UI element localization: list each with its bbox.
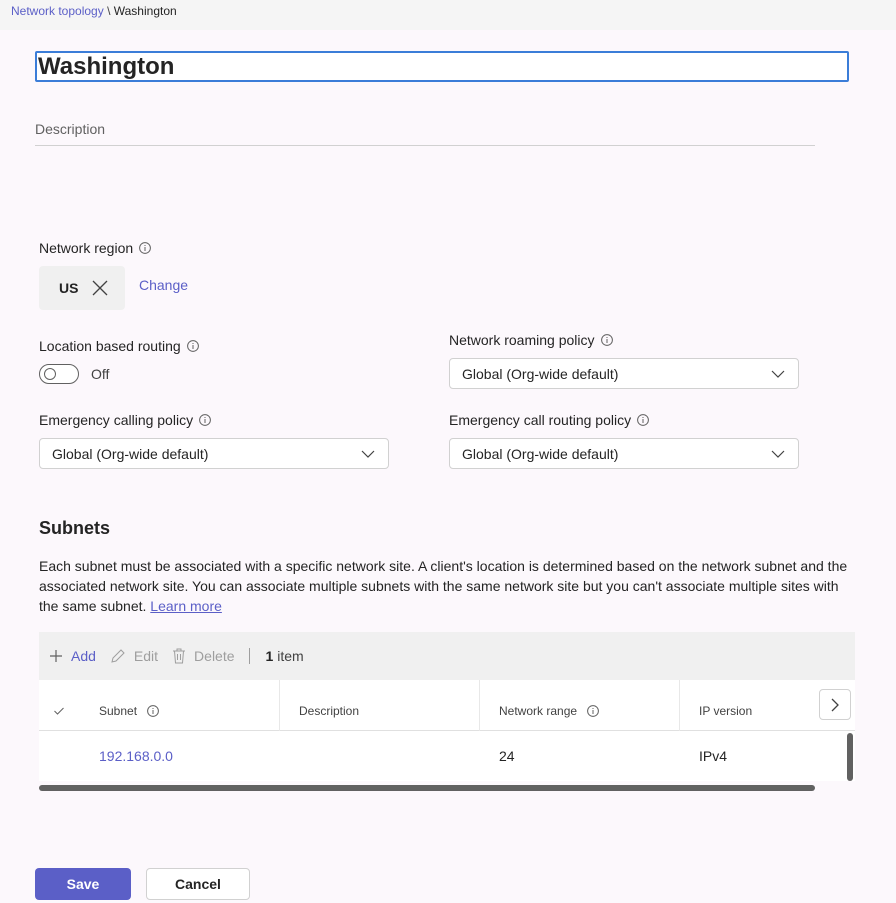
info-icon[interactable] (186, 340, 199, 352)
network-region-chip: US (39, 266, 125, 310)
horizontal-scrollbar[interactable] (39, 785, 815, 791)
table-row[interactable]: 192.168.0.0 24 IPv4 (39, 731, 855, 781)
select-all-checkmark-icon[interactable] (53, 680, 65, 731)
column-divider (479, 680, 480, 731)
subnets-title: Subnets (39, 518, 111, 538)
change-region-link[interactable]: Change (139, 277, 188, 293)
chevron-down-icon (360, 446, 376, 462)
subnets-toolbar: Add Edit Delete 1 item (39, 632, 855, 680)
emergency-routing-select[interactable]: Global (Org-wide default) (449, 438, 799, 469)
close-icon[interactable] (91, 279, 109, 297)
save-button[interactable]: Save (35, 868, 131, 900)
emergency-calling-label: Emergency calling policy (39, 412, 211, 428)
toggle-state-text: Off (91, 366, 110, 382)
select-value: Global (Org-wide default) (462, 365, 619, 382)
column-header-description[interactable]: Description (299, 680, 359, 731)
item-count: 1 item (265, 648, 304, 664)
site-name-input[interactable] (35, 51, 849, 82)
column-header-network-range[interactable]: Network range (499, 680, 599, 731)
select-value: Global (Org-wide default) (462, 445, 619, 462)
column-divider (679, 680, 680, 731)
breadcrumb-link-network-topology[interactable]: Network topology (11, 4, 104, 18)
select-value: Global (Org-wide default) (52, 445, 209, 462)
location-routing-label: Location based routing (39, 338, 199, 354)
delete-subnet-button[interactable]: Delete (172, 648, 235, 664)
description-input[interactable] (35, 112, 815, 146)
info-icon[interactable] (139, 242, 152, 254)
toggle-knob (44, 368, 56, 380)
add-icon (50, 650, 62, 662)
chevron-right-icon (831, 698, 839, 711)
add-subnet-button[interactable]: Add (49, 648, 96, 664)
region-code: US (59, 280, 79, 296)
subnets-description: Each subnet must be associated with a sp… (39, 558, 848, 614)
location-routing-toggle[interactable] (39, 364, 79, 384)
scroll-right-button[interactable] (819, 689, 851, 720)
breadcrumb-current: Washington (113, 4, 177, 18)
breadcrumb-separator: \ (107, 4, 111, 18)
info-icon[interactable] (587, 704, 599, 717)
chevron-down-icon (770, 366, 786, 382)
roaming-policy-label: Network roaming policy (449, 332, 613, 348)
roaming-policy-select[interactable]: Global (Org-wide default) (449, 358, 799, 389)
breadcrumb: Network topology \ Washington (11, 4, 177, 18)
info-icon[interactable] (147, 704, 159, 717)
trash-icon (173, 648, 186, 664)
column-header-ip-version[interactable]: IP version (699, 680, 752, 731)
network-range-cell: 24 (499, 748, 515, 764)
cancel-button[interactable]: Cancel (146, 868, 250, 900)
emergency-routing-label: Emergency call routing policy (449, 412, 649, 428)
vertical-scrollbar[interactable] (847, 733, 853, 781)
edit-subnet-button[interactable]: Edit (110, 648, 158, 664)
emergency-calling-select[interactable]: Global (Org-wide default) (39, 438, 389, 469)
toolbar-divider (248, 648, 250, 664)
learn-more-link[interactable]: Learn more (150, 598, 222, 614)
info-icon[interactable] (199, 414, 211, 426)
info-icon[interactable] (600, 334, 613, 346)
ip-version-cell: IPv4 (699, 748, 728, 764)
network-region-label: Network region (39, 240, 152, 256)
column-header-subnet[interactable]: Subnet (99, 680, 159, 731)
info-icon[interactable] (637, 414, 649, 426)
column-divider (279, 680, 280, 731)
table-header: Subnet Description Network range IP vers… (39, 680, 855, 731)
chevron-down-icon (770, 446, 786, 462)
subnet-cell[interactable]: 192.168.0.0 (99, 731, 173, 781)
pencil-icon (111, 649, 125, 663)
